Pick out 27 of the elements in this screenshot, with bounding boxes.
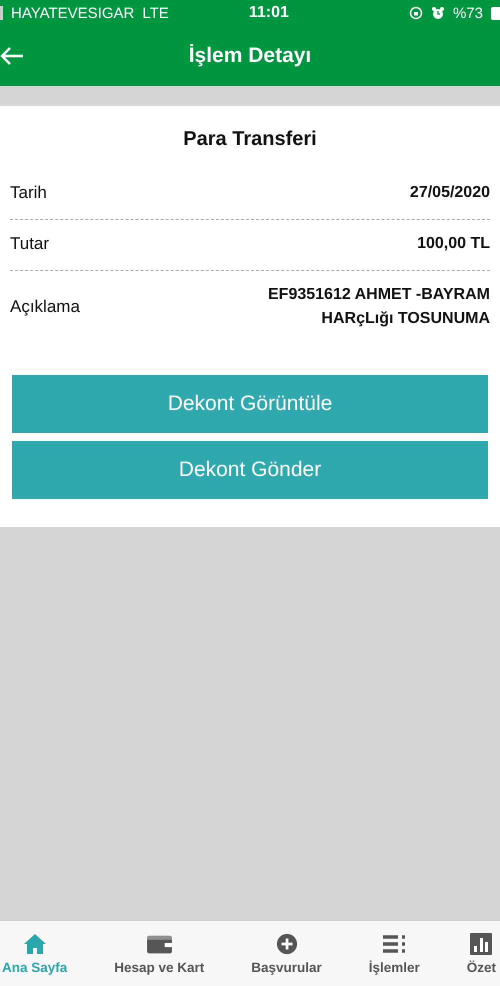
back-arrow-icon[interactable] — [0, 46, 24, 66]
detail-value: HARçLığı TOSUNUMA — [321, 309, 490, 329]
screen-title: İşlem Detayı — [188, 44, 312, 68]
tab-item[interactable]: Özet — [466, 933, 496, 975]
detail-value: EF9351612 AHMET -BAYRAM — [268, 285, 490, 305]
plus-icon — [274, 933, 298, 955]
carrier-name: HAYATEVESIGAR — [11, 4, 134, 22]
tab-item[interactable]: Başvurular — [251, 933, 322, 975]
bar-chart-icon — [470, 933, 492, 955]
wallet-icon — [146, 933, 173, 955]
card-title: Para Transferi — [182, 128, 318, 151]
status-time: 11:01 — [248, 4, 289, 22]
detail-value: 27/05/2020 — [408, 183, 490, 203]
battery-icon — [490, 6, 500, 20]
detail-label: Tarih — [10, 183, 47, 203]
rotation-lock-icon — [408, 6, 423, 20]
home-icon — [22, 933, 47, 955]
tab-item[interactable]: Hesap ve Kart — [114, 933, 204, 975]
signal-icon — [0, 6, 3, 20]
tab-item[interactable]: İşlemler — [368, 933, 420, 975]
battery-percent: %73 — [452, 4, 483, 22]
detail-value: 100,00 TL — [416, 234, 490, 254]
alarm-clock-icon — [430, 6, 445, 20]
network-type: LTE — [142, 4, 169, 22]
list-icon — [382, 933, 406, 955]
detail-label: Açıklama — [10, 297, 80, 317]
detail-label: Tutar — [10, 234, 50, 254]
